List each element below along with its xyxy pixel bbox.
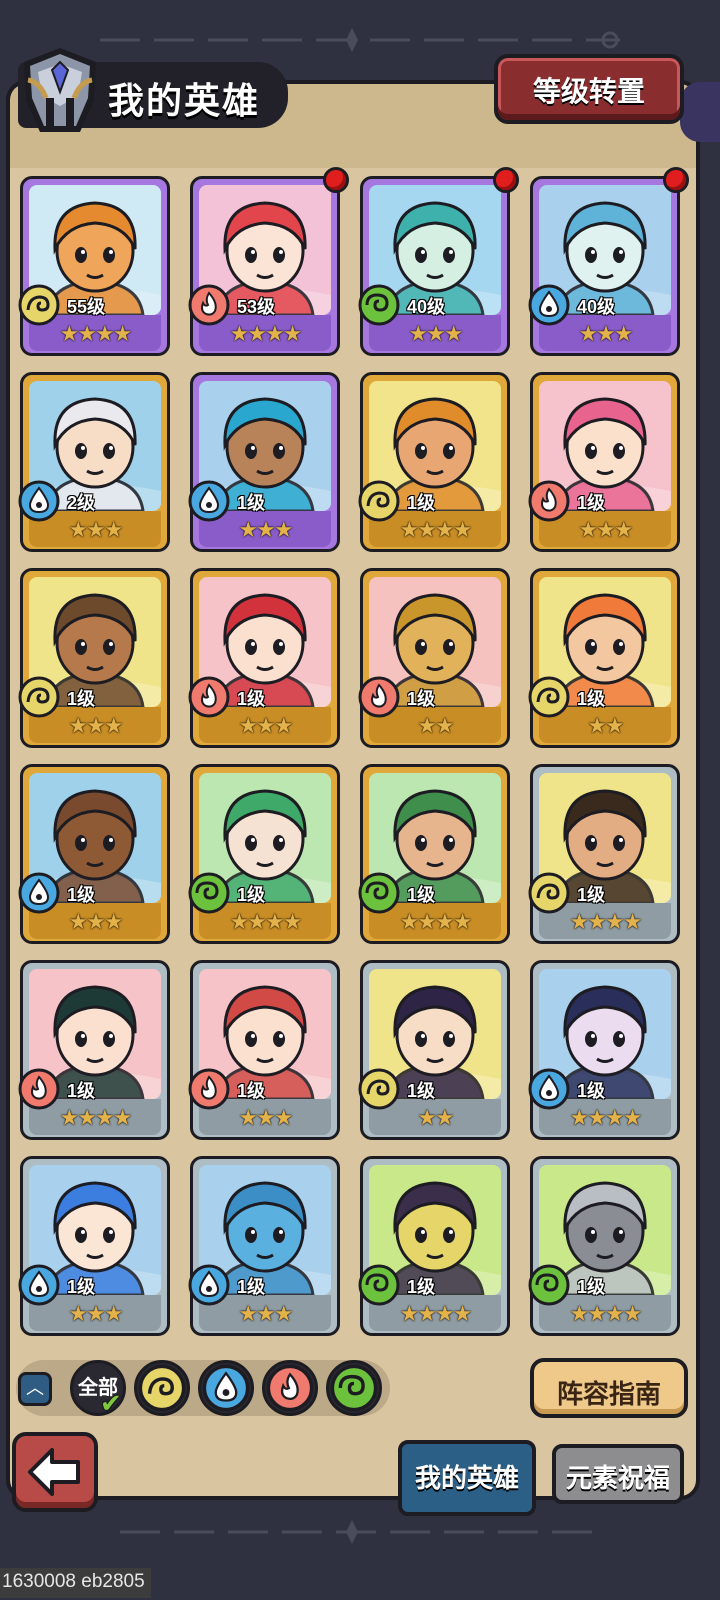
hero-level: 1级 (577, 1081, 606, 1101)
level-transfer-button[interactable]: 等级转置 (494, 54, 684, 124)
hero-stars: ★★★ (578, 321, 633, 346)
hero-stars: ★★★ (238, 1105, 293, 1130)
hero-stars: ★★★★ (569, 1301, 643, 1326)
hero-card[interactable]: 1级 ★★★★ (188, 764, 340, 944)
hero-level: 2级 (67, 493, 96, 513)
hero-level: 1级 (407, 493, 436, 513)
hero-card[interactable]: 1级 ★★★★ (528, 1156, 680, 1336)
hero-level: 1级 (237, 689, 266, 709)
hero-card[interactable]: 1级 ★★★★ (528, 960, 680, 1140)
hero-level: 1级 (237, 1081, 266, 1101)
filter-earth-button[interactable] (134, 1360, 190, 1416)
hero-card[interactable]: 1级 ★★ (358, 568, 510, 748)
hero-card[interactable]: 1级 ★★★ (188, 1156, 340, 1336)
notification-dot (493, 167, 519, 193)
check-icon: ✔ (100, 1388, 122, 1418)
hero-card[interactable]: 1级 ★★ (358, 960, 510, 1140)
hero-stars: ★★★★ (229, 321, 303, 346)
hero-stars: ★★★★ (59, 321, 133, 346)
tab-my-heroes-label: 我的英雄 (414, 1463, 519, 1493)
hero-stars: ★★★ (238, 517, 293, 542)
hero-level: 1级 (577, 493, 606, 513)
wind-element-icon (329, 1364, 379, 1417)
hero-stars: ★★★ (578, 517, 633, 542)
hero-level: 1级 (407, 1081, 436, 1101)
hero-card[interactable]: 1级 ★★★ (18, 1156, 170, 1336)
hero-level: 1级 (67, 1081, 96, 1101)
tab-my-heroes[interactable]: 我的英雄 (398, 1440, 536, 1516)
water-element-icon (201, 1364, 251, 1417)
earth-element-icon (137, 1364, 187, 1417)
hero-stars: ★★★★ (399, 909, 473, 934)
hero-level: 1级 (407, 689, 436, 709)
hero-card[interactable]: 40级 ★★★ (358, 167, 519, 356)
fire-element-icon (265, 1364, 315, 1417)
hero-stars: ★★★★ (399, 517, 473, 542)
filter-water-button[interactable] (198, 1360, 254, 1416)
hero-card[interactable]: 1级 ★★★★ (358, 372, 510, 552)
hero-card[interactable]: 1级 ★★★ (188, 372, 340, 552)
hero-level: 1级 (237, 493, 266, 513)
level-transfer-label: 等级转置 (532, 76, 645, 107)
hero-level: 55级 (67, 297, 106, 317)
hero-card[interactable]: 1级 ★★★★ (528, 764, 680, 944)
hero-level: 1级 (237, 885, 266, 905)
lineup-guide-button[interactable]: 阵容指南 (530, 1358, 688, 1418)
notification-dot (663, 167, 689, 193)
hero-stars: ★★★★ (229, 909, 303, 934)
hero-card[interactable]: 40级 ★★★ (528, 167, 689, 356)
hero-stars: ★★★ (68, 713, 123, 738)
back-button[interactable] (12, 1432, 98, 1512)
notification-dot (323, 167, 349, 193)
side-badge[interactable] (680, 82, 720, 142)
build-info: 1630008 eb2805 (0, 1568, 151, 1598)
hero-level: 40级 (407, 297, 446, 317)
hero-stars: ★★★★ (569, 1105, 643, 1130)
back-arrow-icon (28, 1448, 80, 1496)
hero-level: 1级 (577, 885, 606, 905)
chevron-up-icon[interactable]: ︿ (18, 1372, 52, 1406)
hero-stars: ★★ (587, 713, 624, 738)
hero-card[interactable]: 1级 ★★ (528, 568, 680, 748)
hero-stars: ★★★ (68, 517, 123, 542)
hero-stars: ★★ (417, 1105, 454, 1130)
lineup-guide-label: 阵容指南 (556, 1379, 661, 1409)
hero-stars: ★★★ (238, 713, 293, 738)
hero-level: 1级 (67, 689, 96, 709)
hero-level: 1级 (577, 689, 606, 709)
hero-card[interactable]: 1级 ★★★ (18, 764, 170, 944)
hero-card[interactable]: 53级 ★★★★ (188, 167, 349, 356)
hero-card[interactable]: 55级 ★★★★ (18, 176, 170, 356)
tab-element-blessing[interactable]: 元素祝福 (552, 1444, 684, 1504)
page-title: 我的英雄 (108, 80, 261, 121)
hero-card[interactable]: 1级 ★★★ (528, 372, 680, 552)
hero-stars: ★★★ (408, 321, 463, 346)
hero-level: 1级 (67, 885, 96, 905)
hero-card[interactable]: 1级 ★★★ (18, 568, 170, 748)
hero-level: 1级 (67, 1277, 96, 1297)
hero-level: 1级 (237, 1277, 266, 1297)
filter-fire-button[interactable] (262, 1360, 318, 1416)
hero-stars: ★★★★ (59, 1105, 133, 1130)
filter-wind-button[interactable] (326, 1360, 382, 1416)
hero-level: 1级 (407, 885, 436, 905)
hero-stars: ★★★ (68, 1301, 123, 1326)
hero-level: 1级 (407, 1277, 436, 1297)
helmet-icon (24, 48, 96, 132)
hero-stars: ★★★★ (399, 1301, 473, 1326)
hero-stars: ★★★ (68, 909, 123, 934)
hero-stars: ★★★★ (569, 909, 643, 934)
hero-card[interactable]: 1级 ★★★ (188, 960, 340, 1140)
hero-card[interactable]: 1级 ★★★★ (18, 960, 170, 1140)
hero-card[interactable]: 2级 ★★★ (18, 372, 170, 552)
hero-card[interactable]: 1级 ★★★ (188, 568, 340, 748)
hero-stars: ★★★ (238, 1301, 293, 1326)
hero-stars: ★★ (417, 713, 454, 738)
hero-card[interactable]: 1级 ★★★★ (358, 764, 510, 944)
hero-level: 1级 (577, 1277, 606, 1297)
hero-card[interactable]: 1级 ★★★★ (358, 1156, 510, 1336)
hero-level: 53级 (237, 297, 276, 317)
hero-level: 40级 (577, 297, 616, 317)
tab-element-blessing-label: 元素祝福 (565, 1463, 670, 1493)
